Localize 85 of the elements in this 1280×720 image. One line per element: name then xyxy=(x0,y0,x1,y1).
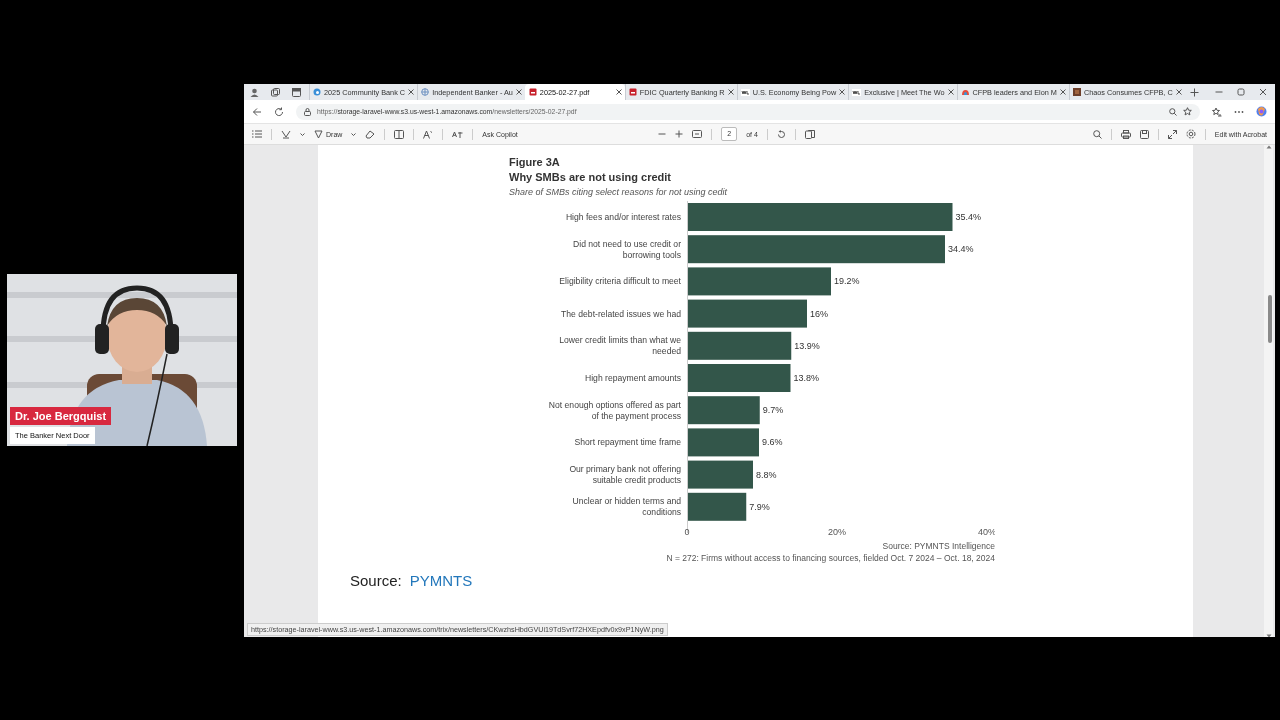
category-label: Not enough options offered as part of the payment process xyxy=(548,399,681,421)
bar xyxy=(687,492,747,521)
scrollbar-thumb[interactable] xyxy=(1268,295,1272,343)
category-label: Short repayment time frame xyxy=(574,437,681,448)
source-label: Source: xyxy=(350,572,402,589)
close-tab-icon[interactable] xyxy=(727,89,734,95)
globe-icon xyxy=(421,88,430,96)
copilot-icon[interactable] xyxy=(1256,106,1267,117)
eraser-icon[interactable] xyxy=(365,129,376,139)
value-label: 34.4% xyxy=(948,244,974,255)
close-icon[interactable] xyxy=(1259,88,1267,96)
profile-icon[interactable] xyxy=(250,87,259,97)
thumbnail-icon xyxy=(1072,88,1081,96)
news-icon xyxy=(852,88,862,96)
translate-icon[interactable] xyxy=(452,129,464,139)
close-tab-icon[interactable] xyxy=(408,89,415,95)
category-label: Lower credit limits than what we needed xyxy=(559,335,681,357)
site-info-icon xyxy=(304,107,311,116)
close-tab-icon[interactable] xyxy=(1059,89,1066,95)
figure-title: Why SMBs are not using credit xyxy=(509,171,671,183)
source-note: Source: PYMNTS Intelligence xyxy=(882,541,995,551)
value-label: 16% xyxy=(810,308,828,319)
zoom-in-icon[interactable] xyxy=(675,130,684,138)
close-tab-icon[interactable] xyxy=(839,89,846,95)
scrollbar[interactable] xyxy=(1264,145,1273,637)
caret-icon[interactable] xyxy=(351,132,357,136)
page-view-icon[interactable] xyxy=(394,129,405,139)
value-label: 8.8% xyxy=(756,469,777,480)
new-tab-icon[interactable] xyxy=(1189,87,1199,97)
close-tab-icon[interactable] xyxy=(515,89,522,95)
settings-icon[interactable] xyxy=(1185,129,1196,139)
highlighter-icon[interactable] xyxy=(281,129,291,139)
value-label: 9.6% xyxy=(762,437,783,448)
value-label: 13.8% xyxy=(793,373,820,383)
two-page-icon[interactable] xyxy=(804,129,815,139)
value-label: 19.2% xyxy=(834,276,860,287)
category-label: High fees and/or interest rates xyxy=(565,212,681,222)
category-label: Unclear or hidden terms and conditions xyxy=(572,496,681,518)
fit-page-icon[interactable] xyxy=(692,130,703,138)
caret-icon[interactable] xyxy=(300,132,305,136)
news-icon xyxy=(740,88,750,96)
bar xyxy=(687,428,759,457)
category-label: Did not need to use credit or borrowing tools xyxy=(573,238,681,260)
browser-icon xyxy=(313,88,321,96)
save-icon[interactable] xyxy=(1139,129,1149,139)
draw-icon xyxy=(314,129,323,139)
category-label: The debt-related issues we had xyxy=(561,308,681,319)
bar xyxy=(687,460,753,489)
close-tab-icon[interactable] xyxy=(1175,89,1182,95)
cloud-icon xyxy=(960,88,970,96)
print-icon[interactable] xyxy=(1120,129,1131,139)
value-label: 9.7% xyxy=(762,405,784,416)
collections-icon[interactable] xyxy=(271,87,280,97)
category-label: Our primary bank not offering suitable credit products xyxy=(569,464,681,486)
scroll-up-icon[interactable] xyxy=(1265,145,1272,149)
figure-label: Figure 3A xyxy=(509,156,560,168)
close-tab-icon[interactable] xyxy=(615,89,622,95)
read-aloud-icon[interactable] xyxy=(423,129,434,139)
scroll-down-icon[interactable] xyxy=(1265,634,1272,637)
pdf-icon xyxy=(528,88,537,96)
fullscreen-icon[interactable] xyxy=(1167,129,1177,139)
tick-label: 40% xyxy=(978,527,995,537)
tab-actions-icon[interactable] xyxy=(292,87,301,97)
sample-note: N = 272: Firms without access to financing sources, fielded Oct. 7 2024 – Oct. 18, 2024 xyxy=(666,553,995,563)
source-link[interactable]: PYMNTS xyxy=(409,572,473,589)
pdf-icon xyxy=(628,88,637,96)
search-icon[interactable] xyxy=(1092,129,1102,139)
rotate-icon[interactable] xyxy=(776,129,786,139)
more-icon[interactable] xyxy=(1234,109,1244,114)
value-label: 7.9% xyxy=(749,501,770,512)
tick-label: 0 xyxy=(684,527,690,537)
favorite-star-icon[interactable] xyxy=(1183,107,1192,116)
value-label: 13.9% xyxy=(794,340,820,351)
category-label: Eligibility criteria difficult to meet xyxy=(559,276,681,287)
name-caption: Dr. Joe Bergquist xyxy=(10,407,112,425)
category-label: High repayment amounts xyxy=(585,373,681,383)
tick-label: 20% xyxy=(828,527,846,537)
back-icon[interactable] xyxy=(252,106,262,117)
zoom-icon[interactable] xyxy=(1169,107,1177,116)
figure-subtitle: Share of SMBs citing select reasons for not using cedit xyxy=(509,187,728,197)
value-label: 35.4% xyxy=(955,212,982,222)
refresh-icon[interactable] xyxy=(274,106,284,117)
favorites-icon[interactable] xyxy=(1212,106,1222,117)
restore-icon[interactable] xyxy=(1237,88,1245,96)
close-tab-icon[interactable] xyxy=(947,89,954,95)
